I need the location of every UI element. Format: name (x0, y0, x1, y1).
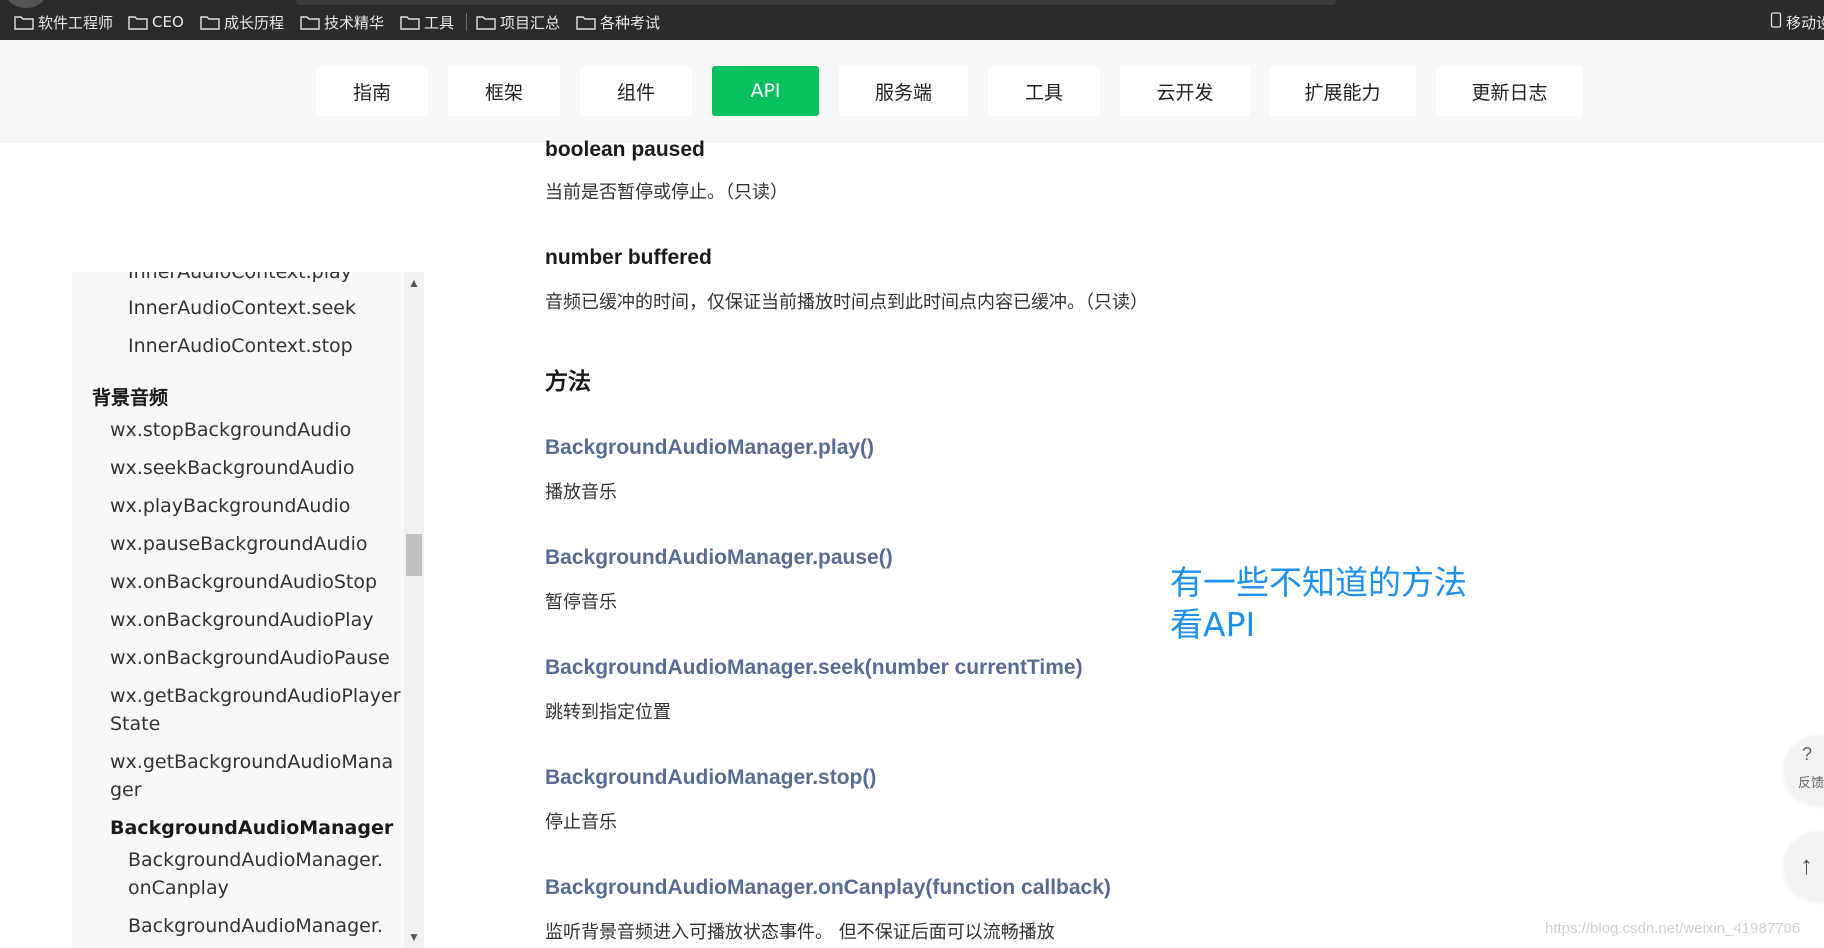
sidebar-nav: InnerAudioContext.play InnerAudioContext… (72, 272, 424, 948)
bookmark-folder-3[interactable]: 技术精华 (300, 12, 384, 32)
property-desc-paused: 当前是否暂停或停止。（只读） (545, 182, 788, 203)
bookmarks-bar: 软件工程师 CEO 成长历程 技术精华 工具 项目汇总 各种考试 移动设 (0, 0, 1824, 40)
method-desc-pause: 暂停音乐 (545, 592, 617, 613)
method-link-seek[interactable]: BackgroundAudioManager.seek(number curre… (545, 656, 1083, 680)
sidebar-item[interactable]: wx.onBackgroundAudioPause (110, 644, 390, 672)
sidebar-item[interactable]: wx.onBackgroundAudioPlay (110, 606, 373, 634)
sidebar-item[interactable]: wx.stopBackgroundAudio (110, 416, 351, 444)
folder-icon (576, 15, 596, 30)
bookmark-label: 软件工程师 (38, 13, 114, 32)
sidebar-item-wrap[interactable]: onCanplay (128, 874, 229, 902)
bookmark-folder-0[interactable]: 软件工程师 (14, 12, 113, 32)
folder-icon (300, 15, 320, 30)
tab-framework[interactable]: 框架 (448, 66, 560, 116)
tab-component[interactable]: 组件 (580, 66, 692, 116)
method-link-stop[interactable]: BackgroundAudioManager.stop() (545, 766, 876, 790)
sidebar-item-wrap[interactable]: State (110, 710, 160, 738)
scrollbar-thumb[interactable] (406, 534, 422, 576)
method-desc-seek: 跳转到指定位置 (545, 702, 671, 723)
sidebar-item[interactable]: wx.onBackgroundAudioStop (110, 568, 377, 596)
sidebar-item[interactable]: wx.getBackgroundAudioPlayer (110, 682, 401, 710)
tab-server[interactable]: 服务端 (839, 66, 968, 116)
folder-icon (400, 15, 420, 30)
annotation-line-1: 有一些不知道的方法 (1170, 563, 1467, 602)
sidebar-item[interactable]: InnerAudioContext.play (128, 272, 352, 286)
method-desc-play: 播放音乐 (545, 482, 617, 503)
arrow-up-icon: ↑ (1800, 850, 1813, 880)
sidebar-item[interactable]: wx.playBackgroundAudio (110, 492, 350, 520)
sidebar-item[interactable]: InnerAudioContext.stop (128, 332, 353, 360)
method-link-oncanplay[interactable]: BackgroundAudioManager.onCanplay(functio… (545, 876, 1111, 900)
sidebar-item[interactable]: BackgroundAudioManager. (128, 912, 383, 940)
sidebar-item[interactable]: wx.pauseBackgroundAudio (110, 530, 368, 558)
top-navigation: 指南 框架 组件 API 服务端 工具 云开发 扩展能力 更新日志 (0, 40, 1824, 142)
tab-tools[interactable]: 工具 (988, 66, 1100, 116)
property-desc-buffered: 音频已缓冲的时间，仅保证当前播放时间点到此时间点内容已缓冲。（只读） (545, 292, 1148, 313)
bookmark-folder-1[interactable]: CEO (128, 12, 184, 32)
profile-avatar[interactable] (6, 0, 46, 8)
bookmark-label: CEO (152, 13, 184, 31)
sidebar-item[interactable]: wx.getBackgroundAudioMana (110, 748, 393, 776)
annotation-note: 有一些不知道的方法 看API (1170, 562, 1467, 646)
watermark: https://blog.csdn.net/weixin_41987706 (1545, 920, 1801, 937)
feedback-label: 反馈 (1798, 776, 1824, 791)
method-link-pause[interactable]: BackgroundAudioManager.pause() (545, 546, 893, 570)
sidebar-item-wrap[interactable]: ger (110, 776, 142, 804)
scroll-down-arrow-icon[interactable]: ▼ (407, 930, 421, 944)
mobile-bookmarks[interactable]: 移动设 (1770, 12, 1824, 32)
tab-extension[interactable]: 扩展能力 (1269, 66, 1416, 116)
method-desc-stop: 停止音乐 (545, 812, 617, 833)
method-desc-oncanplay: 监听背景音频进入可播放状态事件。 但不保证后面可以流畅播放 (545, 922, 1055, 943)
folder-icon (14, 15, 34, 30)
sidebar-scrollbar[interactable]: ▲ ▼ (404, 272, 424, 948)
property-title-buffered: number buffered (545, 246, 712, 269)
feedback-button[interactable]: ? 反馈 (1784, 736, 1824, 806)
sidebar-section-background-audio[interactable]: 背景音频 (92, 384, 168, 412)
tab-changelog[interactable]: 更新日志 (1436, 66, 1583, 116)
sidebar-item[interactable]: wx.seekBackgroundAudio (110, 454, 354, 482)
annotation-line-2: 看API (1170, 605, 1256, 644)
scroll-up-arrow-icon[interactable]: ▲ (407, 276, 421, 290)
bookmark-folder-2[interactable]: 成长历程 (200, 12, 284, 32)
tab-api[interactable]: API (712, 66, 819, 116)
bookmark-label: 技术精华 (324, 13, 385, 32)
property-title-paused: boolean paused (545, 138, 705, 161)
tab-guide[interactable]: 指南 (316, 66, 428, 116)
bookmark-folder-4[interactable]: 工具 (400, 12, 454, 32)
folder-icon (200, 15, 220, 30)
sidebar-item[interactable]: InnerAudioContext.seek (128, 294, 356, 322)
question-icon: ? (1802, 744, 1813, 764)
bookmark-label: 工具 (424, 13, 455, 32)
sidebar-item[interactable]: BackgroundAudioManager. (128, 846, 383, 874)
sidebar-item-background-audio-manager[interactable]: BackgroundAudioManager (110, 814, 393, 842)
bookmark-label: 各种考试 (600, 13, 661, 32)
folder-icon (128, 15, 148, 30)
method-link-play[interactable]: BackgroundAudioManager.play() (545, 436, 874, 460)
mobile-device-icon (1770, 12, 1782, 32)
bookmark-folder-5[interactable]: 项目汇总 (476, 12, 560, 32)
address-strip (296, 0, 1336, 5)
bookmark-folder-6[interactable]: 各种考试 (576, 12, 660, 32)
folder-icon (476, 15, 496, 30)
bookmark-label: 成长历程 (224, 13, 285, 32)
bookmark-label: 项目汇总 (500, 13, 561, 32)
mobile-bookmarks-label: 移动设 (1786, 13, 1824, 32)
methods-heading: 方法 (545, 369, 591, 395)
back-to-top-button[interactable]: ↑ (1784, 832, 1824, 902)
tab-cloud[interactable]: 云开发 (1120, 66, 1250, 116)
bookmark-divider (466, 13, 467, 31)
